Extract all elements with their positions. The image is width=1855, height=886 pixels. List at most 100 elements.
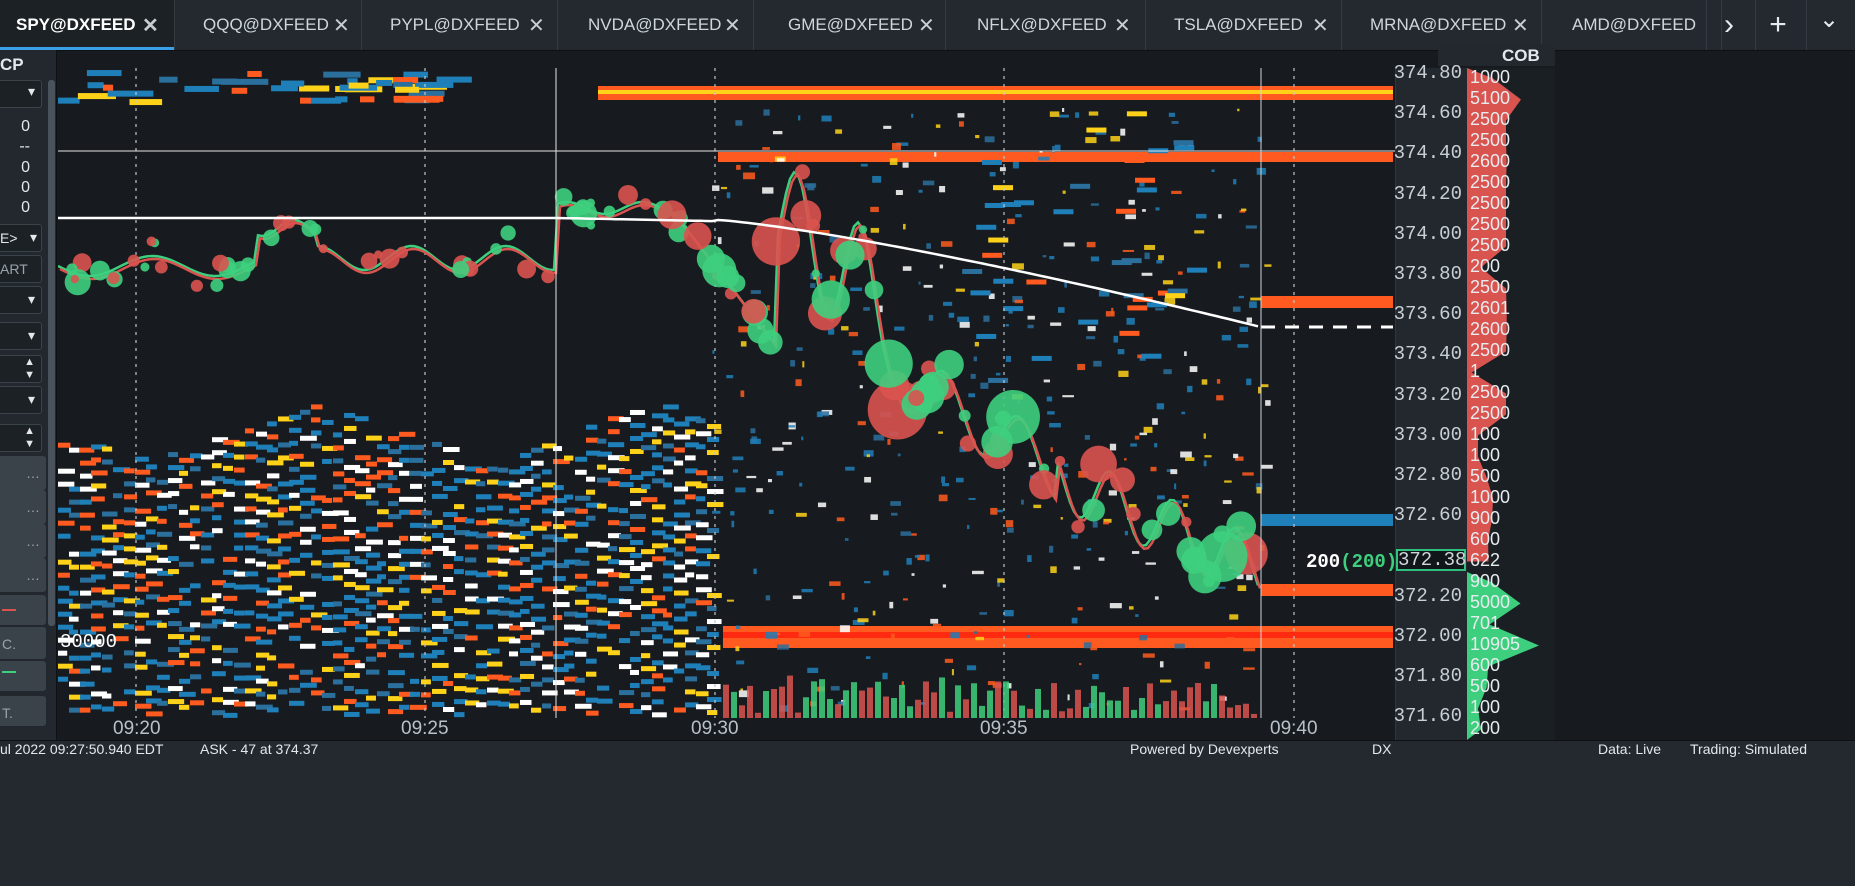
tab-gme[interactable]: GME@DXFEED ✕	[754, 0, 946, 50]
heatmap-cell	[575, 469, 587, 475]
heatmap-cell	[1233, 453, 1239, 459]
volume-bar	[931, 692, 937, 718]
heatmap-cell	[696, 522, 709, 528]
heatmap-cell	[443, 616, 453, 622]
tab-nvda[interactable]: NVDA@DXFEED ✕	[558, 0, 754, 50]
heatmap-cell	[509, 703, 519, 709]
left-more-button-2[interactable]: …	[0, 490, 46, 524]
close-icon[interactable]: ✕	[918, 13, 935, 38]
close-icon[interactable]: ✕	[333, 13, 350, 38]
tab-label: QQQ@DXFEED	[203, 15, 329, 34]
left-t-button[interactable]: T.	[0, 696, 46, 726]
left-stepper-2[interactable]: ▲ ▼	[0, 424, 42, 452]
heatmap-cell	[712, 350, 715, 354]
tab-amd[interactable]: AMD@DXFEED	[1542, 0, 1722, 50]
heatmap-cell	[432, 480, 443, 486]
heatmap-cell	[864, 581, 871, 584]
heatmap-cell	[289, 635, 301, 641]
heatmap-chart[interactable]: 30000 200(200)	[58, 68, 1395, 718]
left-button-start[interactable]: ART	[0, 255, 42, 283]
heatmap-cell	[641, 484, 651, 490]
heatmap-cell	[322, 692, 336, 698]
tab-nflx[interactable]: NFLX@DXFEED ✕	[946, 0, 1146, 50]
tab-qqq[interactable]: QQQ@DXFEED ✕	[175, 0, 362, 50]
heatmap-cell	[289, 427, 302, 433]
left-more-button-4[interactable]: …	[0, 558, 46, 592]
heatmap-cell	[91, 652, 102, 658]
left-more-button-1[interactable]: …	[0, 456, 46, 490]
left-dropdown-2[interactable]: E> ▾	[0, 224, 42, 252]
left-value-2: --	[19, 138, 30, 155]
heatmap-cell	[1168, 112, 1176, 117]
heatmap-cell	[80, 694, 91, 700]
left-stepper-1[interactable]: ▲ ▼	[0, 355, 42, 383]
heatmap-cell	[69, 551, 80, 557]
heatmap-cell	[1204, 455, 1212, 458]
heatmap-cell	[553, 615, 563, 621]
heatmap-cell	[135, 703, 152, 709]
heatmap-cell	[1204, 661, 1210, 669]
left-dropdown-1[interactable]: ▾	[0, 80, 42, 108]
heatmap-cell	[932, 623, 942, 629]
heatmap-cell	[732, 456, 744, 461]
close-icon[interactable]: ✕	[1114, 13, 1131, 38]
left-dropdown-5[interactable]: ▾	[0, 386, 42, 414]
left-dropdown-4[interactable]: ▾	[0, 322, 42, 350]
heatmap-cell	[597, 464, 607, 470]
price-label: 373.40	[1393, 343, 1462, 366]
heatmap-cell	[756, 488, 763, 493]
cob-quantity: 2500	[1470, 235, 1511, 255]
sell-trade-bubble	[1080, 445, 1117, 483]
close-icon[interactable]: ✕	[1312, 13, 1329, 38]
heatmap-cell	[1245, 225, 1257, 229]
heatmap-cell	[322, 419, 334, 425]
heatmap-cell	[509, 508, 520, 514]
close-icon[interactable]: ✕	[528, 13, 545, 38]
heatmap-cell	[520, 673, 535, 679]
heatmap-cell	[575, 508, 588, 514]
left-dropdown-3[interactable]: ▾	[0, 286, 42, 314]
heatmap-cell	[388, 462, 403, 468]
heatmap-cell	[377, 522, 393, 528]
heatmap-cell	[1233, 179, 1237, 185]
left-more-button-3[interactable]: …	[0, 524, 46, 558]
volume-bar	[723, 684, 729, 718]
heatmap-cell	[712, 510, 721, 514]
heatmap-cell	[1109, 603, 1122, 609]
close-icon[interactable]: ✕	[1512, 13, 1529, 38]
tab-pypl[interactable]: PYPL@DXFEED ✕	[362, 0, 558, 50]
heatmap-cell	[1130, 443, 1137, 447]
sell-line-icon	[2, 609, 16, 611]
heatmap-cell	[344, 685, 354, 691]
tab-mrna[interactable]: MRNA@DXFEED ✕	[1342, 0, 1542, 50]
tab-tsla[interactable]: TSLA@DXFEED ✕	[1146, 0, 1342, 50]
left-sell-button[interactable]	[0, 595, 46, 625]
tab-spy[interactable]: SPY@DXFEED ✕	[0, 0, 175, 50]
heatmap-cell	[707, 710, 718, 716]
close-icon[interactable]: ✕	[142, 13, 159, 38]
heatmap-cell	[179, 639, 192, 645]
sell-trade-bubble	[639, 198, 652, 210]
heatmap-cell	[388, 449, 402, 455]
left-c-button[interactable]: C.	[0, 627, 46, 659]
heatmap-cell	[891, 143, 901, 150]
heatmap-cell	[168, 647, 180, 653]
tabs-next-button[interactable]: ›	[1706, 0, 1751, 50]
heatmap-cell	[520, 452, 532, 458]
heatmap-cell	[750, 290, 761, 294]
heatmap-cell	[763, 109, 770, 116]
left-buy-button[interactable]	[0, 661, 46, 691]
heatmap-cell	[663, 586, 673, 592]
heatmap-cell	[124, 689, 136, 695]
add-tab-button[interactable]: +	[1755, 0, 1800, 50]
tabs-menu-button[interactable]: ⌄	[1806, 0, 1851, 50]
heatmap-cell	[707, 437, 720, 443]
heatmap-cell	[652, 712, 667, 718]
cob-quantity: 100	[1470, 424, 1501, 444]
price-axis[interactable]: 374.80 374.60 374.40 374.20 374.00 373.80 373.…	[1393, 62, 1468, 740]
left-panel-scrollbar[interactable]	[48, 80, 55, 626]
heatmap-cell	[619, 638, 631, 644]
heatmap-cell	[1090, 647, 1098, 651]
button-label: ART	[0, 261, 28, 277]
close-icon[interactable]: ✕	[724, 13, 741, 38]
